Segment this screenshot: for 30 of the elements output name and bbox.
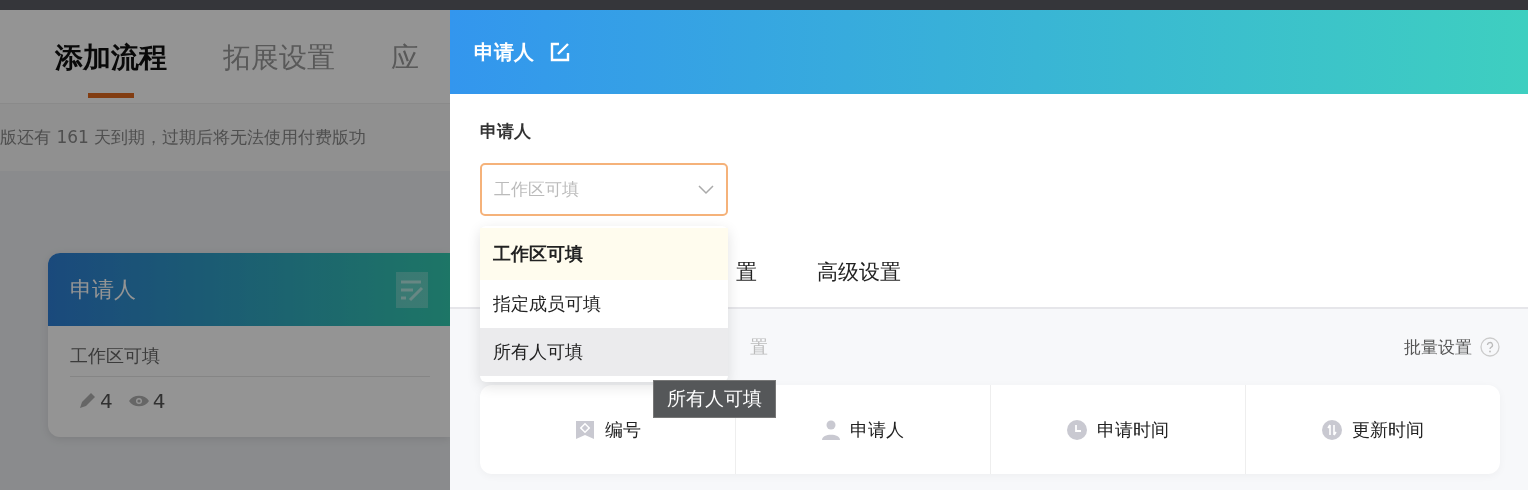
column-header: 编号 [604,417,641,442]
dropdown-option[interactable]: 指定成员可填 [480,280,728,328]
clock-icon [1067,419,1087,440]
tooltip: 所有人可填 [653,380,776,418]
pencil-icon [78,392,96,410]
section-hint: 置 [750,335,768,359]
eye-icon [128,394,149,408]
column-header: 申请人 [850,417,904,442]
node-title: 申请人 [70,275,136,304]
settings-tab[interactable]: 置 [736,258,757,286]
person-icon [822,419,840,440]
node-card[interactable]: 申请人 工作区可填 4 4 [48,253,450,437]
field-label: 申请人 [480,120,532,143]
node-subtitle: 工作区可填 [70,344,430,377]
tag-icon [574,419,595,440]
drawer-title: 申请人 [474,38,534,66]
batch-settings-link[interactable]: 批量设置 [1404,335,1472,359]
edit-count: 4 [100,389,113,413]
dropdown-option[interactable]: 所有人可填 [480,328,728,376]
notice-text: 版还有 161 天到期，过期后将无法使用付费版功 [0,126,367,149]
dropdown-option[interactable]: 工作区可填 [480,228,728,280]
column-header: 更新时间 [1352,417,1424,442]
swap-icon [1322,419,1342,440]
settings-tab[interactable]: 高级设置 [817,258,901,286]
chevron-down-icon [698,184,714,195]
view-count: 4 [152,389,166,413]
page-tab[interactable]: 添加流程 [55,10,167,103]
column-header: 申请时间 [1097,417,1169,442]
help-icon[interactable] [1480,337,1500,357]
edit-icon[interactable] [550,42,570,62]
